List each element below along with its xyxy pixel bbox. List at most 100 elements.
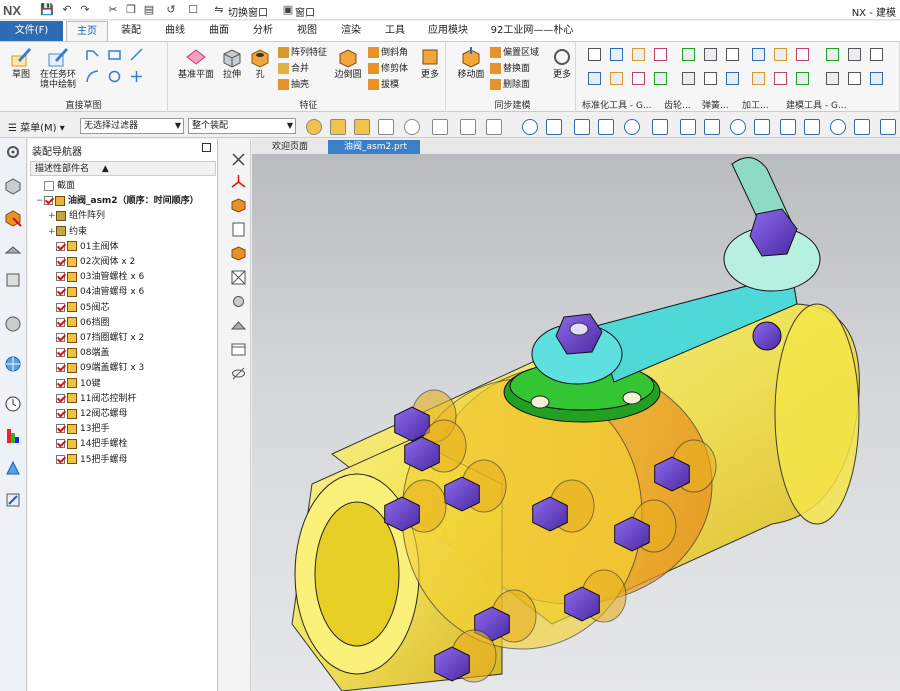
visibility-checkbox[interactable] <box>56 378 65 388</box>
navigator-row[interactable]: 10键 <box>48 377 100 392</box>
tool-icon[interactable] <box>870 72 883 85</box>
group-modeling-tools-label[interactable]: 建模工具 - G... <box>786 98 866 111</box>
tab-welcome-page[interactable]: 欢迎页面 <box>256 140 326 154</box>
snap-tool-icon[interactable] <box>652 119 668 135</box>
add-component-icon[interactable] <box>230 197 247 214</box>
body-end-right[interactable] <box>774 303 860 525</box>
navigator-row[interactable]: 04油管螺母 x 6 <box>48 285 144 300</box>
point-icon[interactable] <box>130 70 143 83</box>
menu-button[interactable]: ☰ 菜单(M) ▾ <box>8 119 65 134</box>
tool-icon[interactable] <box>610 48 623 61</box>
snap-tool-icon[interactable] <box>522 119 538 135</box>
tab-assembly[interactable]: 装配 <box>110 21 152 41</box>
group-spring-label[interactable]: 弹簧... <box>702 98 738 111</box>
tool-icon[interactable] <box>588 48 601 61</box>
offset-region-button[interactable]: 偏置区域 <box>490 46 539 60</box>
edge-blend-button[interactable]: 边倒圆 <box>332 46 364 80</box>
visibility-checkbox[interactable] <box>56 424 65 434</box>
tool-icon[interactable] <box>726 48 739 61</box>
tool-icon[interactable] <box>682 48 695 61</box>
snap-tool-icon[interactable] <box>306 119 322 135</box>
visibility-checkbox[interactable] <box>56 348 65 358</box>
visibility-checkbox[interactable] <box>56 287 65 297</box>
snap-tool-icon[interactable] <box>680 119 696 135</box>
paste-icon[interactable]: ▤ <box>142 3 156 17</box>
circle-icon[interactable] <box>108 70 121 83</box>
chamfer-button[interactable]: 倒斜角 <box>368 46 408 60</box>
tab-curve[interactable]: 曲线 <box>154 21 196 41</box>
visibility-checkbox[interactable] <box>56 317 65 327</box>
window-icon[interactable]: ▣ <box>281 3 295 17</box>
tab-tools[interactable]: 工具 <box>374 21 416 41</box>
tool-icon[interactable] <box>588 72 601 85</box>
tool-icon[interactable] <box>774 72 787 85</box>
visibility-checkbox[interactable] <box>56 393 65 403</box>
navigator-row[interactable]: 截面 <box>36 179 75 194</box>
group-machining-label[interactable]: 加工... <box>742 98 778 111</box>
constraint-navigator-icon[interactable] <box>4 241 22 259</box>
visibility-checkbox[interactable] <box>56 257 65 266</box>
profile-icon[interactable] <box>86 48 99 61</box>
orient-view-icon[interactable] <box>230 293 247 310</box>
window-menu-button[interactable]: 窗口 <box>295 4 315 19</box>
draft-button[interactable]: 拔模 <box>368 78 399 92</box>
web-browser-icon[interactable] <box>4 315 22 333</box>
snap-tool-icon[interactable] <box>330 119 346 135</box>
snap-tool-icon[interactable] <box>624 119 640 135</box>
navigator-row[interactable]: 02次阀体 x 2 <box>48 255 135 270</box>
visibility-checkbox[interactable] <box>44 196 53 206</box>
feature-more-button[interactable]: 更多 <box>418 46 442 80</box>
navigator-row[interactable]: 05阀芯 <box>48 301 109 316</box>
snap-tool-icon[interactable] <box>880 119 896 135</box>
touch-mode-icon[interactable]: ☐ <box>186 3 200 17</box>
maximize-icon[interactable] <box>202 143 211 152</box>
visibility-checkbox[interactable] <box>56 241 65 251</box>
snap-tool-icon[interactable] <box>854 119 870 135</box>
tool-icon[interactable] <box>796 48 809 61</box>
tab-valve-asm[interactable]: 油阀_asm2.prt ✕ <box>328 140 420 166</box>
tool-icon[interactable] <box>826 72 839 85</box>
trim-body-button[interactable]: 修剪体 <box>368 62 408 76</box>
navigator-row[interactable]: − 油阀_asm2（顺序：时间顺序） <box>36 194 199 209</box>
tool-icon[interactable] <box>682 72 695 85</box>
snap-tool-icon[interactable] <box>460 119 476 135</box>
tool-icon[interactable] <box>870 48 883 61</box>
visibility-checkbox[interactable] <box>56 333 65 342</box>
snap-tool-icon[interactable] <box>754 119 770 135</box>
tool-icon[interactable] <box>632 72 645 85</box>
navigator-row[interactable]: 13把手 <box>48 422 109 437</box>
shaded-icon[interactable] <box>230 317 247 334</box>
navigator-row[interactable]: 07挡圈螺钉 x 2 <box>48 331 144 346</box>
tool-icon[interactable] <box>848 48 861 61</box>
datum-plane-button[interactable]: 基准平面 <box>176 46 216 80</box>
navigator-row[interactable]: 11阀芯控制杆 <box>48 392 136 407</box>
undo-icon[interactable]: ↶ <box>60 3 74 17</box>
tool-icon[interactable] <box>848 72 861 85</box>
arc-icon[interactable] <box>86 70 99 83</box>
snap-tool-icon[interactable] <box>704 119 720 135</box>
assembly-navigator-icon[interactable] <box>4 209 22 227</box>
delete-face-button[interactable]: 删除面 <box>490 78 530 92</box>
tool-icon[interactable] <box>654 48 667 61</box>
tool-icon[interactable] <box>610 72 623 85</box>
part-navigator-icon[interactable] <box>4 177 22 195</box>
expand-icon[interactable]: + <box>48 209 56 224</box>
navigator-row[interactable]: 14把手螺栓 <box>48 437 127 452</box>
tool-icon[interactable] <box>796 72 809 85</box>
navigator-row[interactable]: 12阀芯螺母 <box>48 407 127 422</box>
gear-icon[interactable] <box>4 143 22 161</box>
navigator-scrollbar[interactable] <box>218 139 226 691</box>
visibility-checkbox[interactable] <box>56 439 65 449</box>
snap-tool-icon[interactable] <box>830 119 846 135</box>
process-studio-icon[interactable] <box>4 459 22 477</box>
navigator-column-header[interactable]: 描述性部件名 ▲ <box>30 161 216 176</box>
tool-icon[interactable] <box>774 48 787 61</box>
sketch-button[interactable]: 草图 <box>6 46 36 80</box>
box-x-icon[interactable] <box>230 269 247 286</box>
hole-button[interactable]: 孔 <box>248 46 272 80</box>
extrude-button[interactable]: 拉伸 <box>218 46 246 80</box>
tab-analysis[interactable]: 分析 <box>242 21 284 41</box>
visibility-checkbox[interactable] <box>56 302 65 312</box>
unite-button[interactable]: 合并 <box>278 62 309 76</box>
snap-tool-icon[interactable] <box>598 119 614 135</box>
